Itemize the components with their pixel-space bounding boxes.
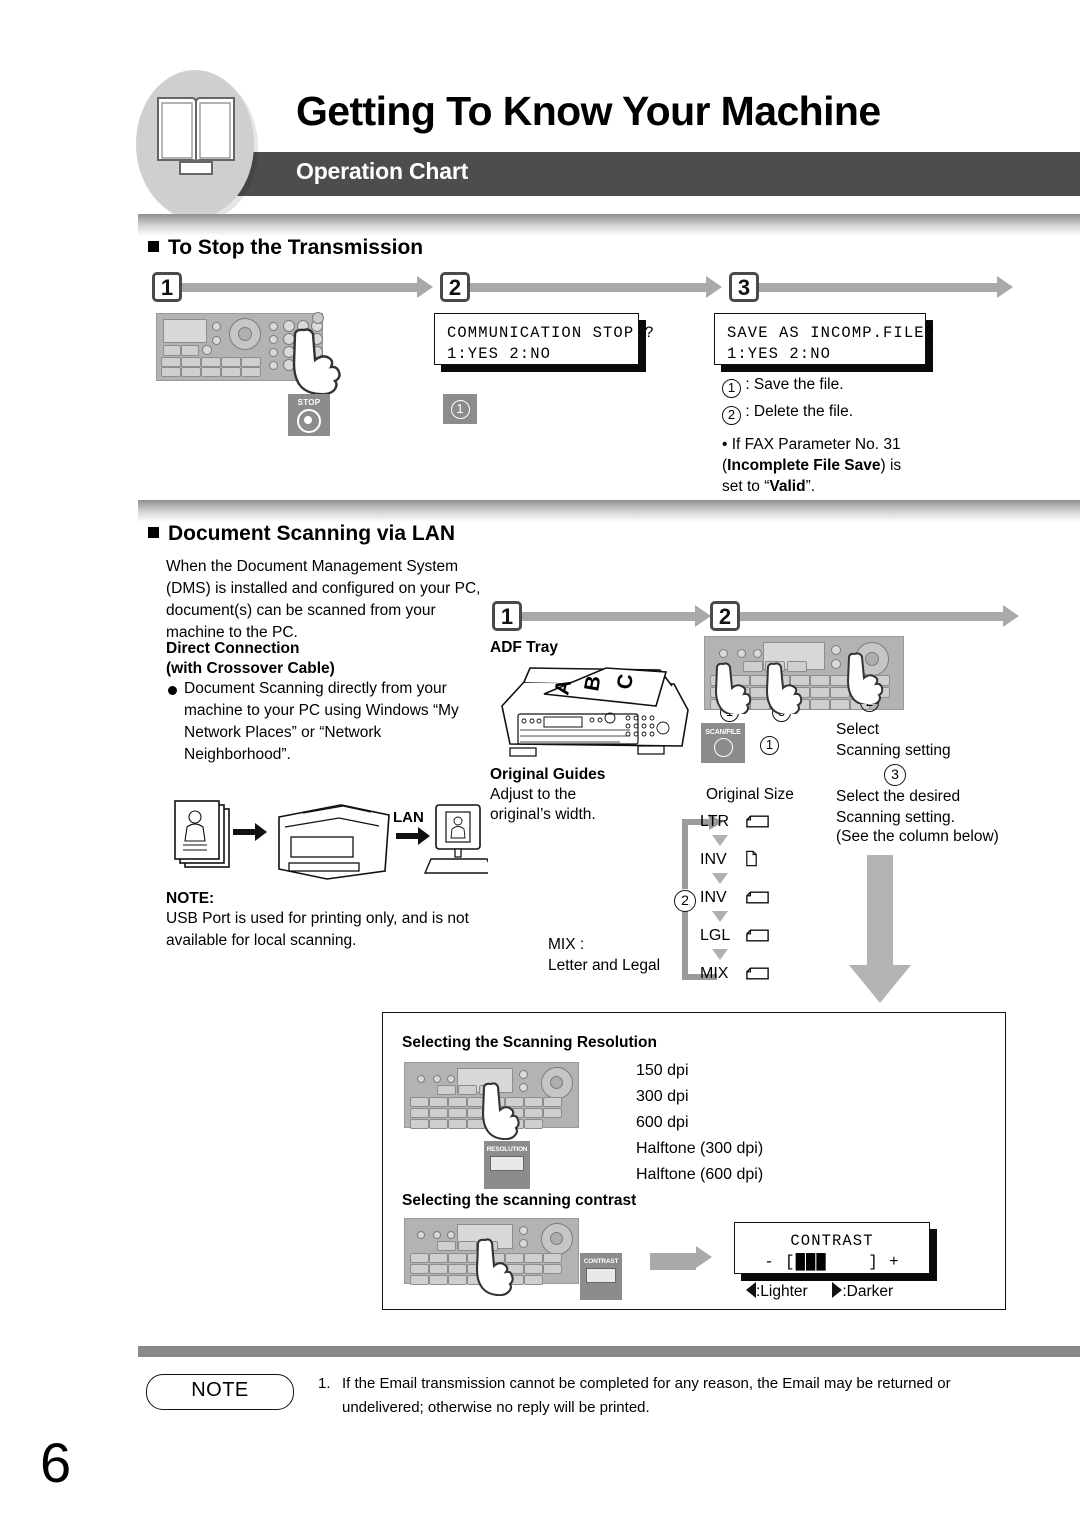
- pointing-hand-icon-key1: [714, 662, 752, 714]
- section-band-1: [138, 214, 1080, 236]
- lan-label: LAN: [393, 809, 424, 826]
- step-arrow-2-3: [468, 276, 722, 298]
- badge-3-marker: 3: [884, 763, 906, 786]
- down-triangle-icon: [712, 949, 728, 960]
- contrast-flow-arrow: [650, 1246, 712, 1270]
- loop-badge-2: 2: [674, 889, 696, 912]
- fax-parameter-note: • If FAX Parameter No. 31 (Incomplete Fi…: [722, 436, 902, 495]
- resolution-title: Selecting the Scanning Resolution: [402, 1034, 657, 1051]
- step-arrow-1-2: [180, 276, 433, 298]
- right-triangle-icon: [832, 1282, 843, 1298]
- scan-step-badge-1: 1: [492, 601, 522, 631]
- step-badge-1: 1: [152, 272, 182, 302]
- page-subtitle: Operation Chart: [296, 158, 469, 184]
- manual-page: Getting To Know Your Machine Operation C…: [0, 0, 1080, 1528]
- pointing-hand-icon-resolution: [481, 1082, 520, 1140]
- resolution-option: Halftone (300 dpi): [636, 1140, 764, 1157]
- direct-connection-title-line1: Direct Connection: [166, 640, 300, 657]
- bullet-square-icon: [148, 241, 159, 252]
- key-badge-1[interactable]: 1: [443, 394, 477, 424]
- original-size-title: Original Size: [706, 786, 794, 803]
- scan-file-key[interactable]: SCAN/FILE: [701, 723, 745, 763]
- desired-setting-line3: (See the column below): [836, 828, 999, 845]
- select-scanning-setting-line1: Select: [836, 721, 880, 738]
- page-landscape-icon: [746, 967, 769, 980]
- original-size-label: INV: [700, 851, 727, 868]
- resolution-key[interactable]: RESOLUTION: [484, 1141, 530, 1189]
- page-landscape-icon: [746, 929, 769, 942]
- step-arrow-3-end: [757, 276, 1013, 298]
- original-size-label: LGL: [700, 927, 731, 944]
- lcd-contrast: CONTRAST - [███ ] +: [734, 1222, 930, 1274]
- lcd-communication-stop: COMMUNICATION STOP ? 1:YES 2:NO: [434, 313, 654, 365]
- lan-scan-flow-illustration: [174, 800, 488, 880]
- section-heading-stop-transmission: To Stop the Transmission: [148, 236, 423, 260]
- usb-note-body: USB Port is used for printing only, and …: [166, 910, 469, 949]
- original-guides-title: Original Guides: [490, 766, 606, 783]
- footer-note: 1. If the Email transmission cannot be c…: [318, 1375, 951, 1416]
- original-size-label: MIX: [700, 965, 729, 982]
- svg-text:C: C: [613, 673, 638, 691]
- contrast-legend: :Lighter :Darker: [746, 1281, 893, 1302]
- original-size-label: INV: [700, 889, 727, 906]
- desired-setting-line1: Select the desired: [836, 788, 961, 805]
- pointing-hand-icon: [292, 328, 341, 394]
- section-heading-document-scanning: Document Scanning via LAN: [148, 522, 455, 546]
- scan-file-badge: 1: [760, 733, 779, 755]
- note-label-pill: NOTE: [146, 1374, 294, 1410]
- scan-step-arrow-1-2: [520, 605, 711, 627]
- page-landscape-icon: [746, 815, 769, 828]
- original-guides-line1: Adjust to the: [490, 786, 577, 803]
- page-number: 6: [40, 1431, 72, 1494]
- stop-key[interactable]: STOP: [288, 394, 330, 436]
- lcd-save-as-incomplete: SAVE AS INCOMP.FILE? 1:YES 2:NO: [714, 313, 934, 365]
- original-size-label: LTR: [700, 813, 730, 830]
- page-title: Getting To Know Your Machine: [296, 88, 881, 134]
- resolution-options-list: 150 dpi 300 dpi 600 dpi Halftone (300 dpi) H…: [636, 1058, 763, 1188]
- step-badge-2: 2: [440, 272, 470, 302]
- open-book-icon: [157, 97, 235, 175]
- resolution-option: Halftone (600 dpi): [636, 1166, 764, 1183]
- bullet-dot-icon: [168, 686, 177, 695]
- down-triangle-icon: [712, 835, 728, 846]
- bullet-square-icon-2: [148, 527, 159, 538]
- original-guides-line2: original’s width.: [490, 806, 596, 823]
- resolution-option: 150 dpi: [636, 1062, 689, 1079]
- usb-note-title: NOTE:: [166, 890, 215, 907]
- resolution-option: 300 dpi: [636, 1088, 689, 1105]
- scan-step-badge-2: 2: [710, 601, 740, 631]
- big-down-arrow-icon: [849, 855, 911, 1003]
- section-band-2: [138, 500, 1080, 522]
- desired-setting-line2: Scanning setting.: [836, 809, 955, 826]
- intro-paragraph: When the Document Management System (DMS…: [166, 558, 481, 641]
- contrast-title: Selecting the scanning contrast: [402, 1192, 637, 1209]
- down-triangle-icon: [712, 911, 728, 922]
- option-save-file: 1 : Save the file.: [722, 374, 844, 398]
- mix-explanation-line2: Letter and Legal: [548, 957, 661, 974]
- step-badge-3: 3: [729, 272, 759, 302]
- direct-connection-bullet: Document Scanning directly from your mac…: [184, 680, 459, 763]
- contrast-key[interactable]: CONTRAST: [580, 1253, 622, 1300]
- left-triangle-icon: [746, 1282, 756, 1298]
- scan-step-arrow-2-end: [738, 605, 1019, 627]
- direct-connection-title-line2: (with Crossover Cable): [166, 660, 335, 677]
- page-landscape-icon: [746, 891, 769, 904]
- adf-tray-title: ADF Tray: [490, 639, 559, 656]
- pointing-hand-icon-contrast: [475, 1238, 514, 1296]
- pointing-hand-icon-key3: [765, 662, 803, 714]
- down-triangle-icon: [712, 873, 728, 884]
- pointing-hand-icon-key2: [846, 652, 884, 704]
- mix-explanation-line1: MIX :: [548, 936, 585, 953]
- footer-divider-bar: [138, 1346, 1080, 1357]
- adf-tray-illustration: A B C: [501, 667, 689, 757]
- resolution-option: 600 dpi: [636, 1114, 689, 1131]
- option-delete-file: 2 : Delete the file.: [722, 401, 853, 425]
- page-portrait-icon: [746, 850, 757, 867]
- select-scanning-setting-line2: Scanning setting: [836, 742, 951, 759]
